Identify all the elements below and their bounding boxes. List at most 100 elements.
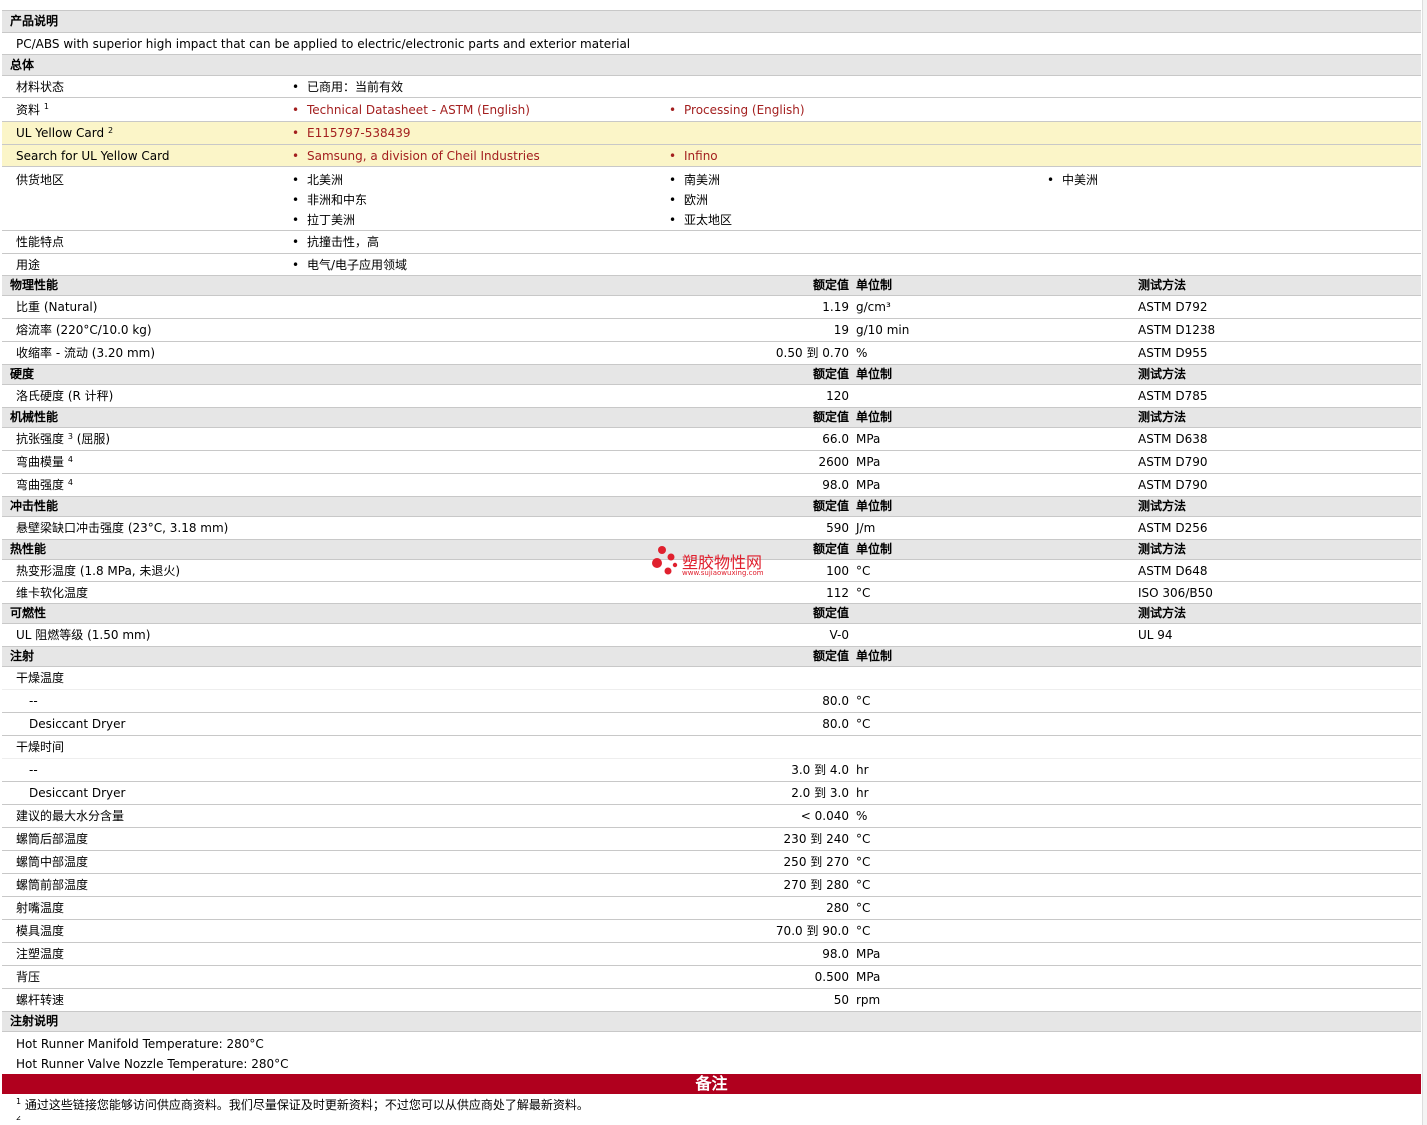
status-label: 材料状态 (16, 80, 65, 94)
property-nominal: < 0.040 (800, 809, 849, 823)
property-row: 注塑温度 98.0 MPa (2, 943, 1421, 966)
property-label: 洛氏硬度 (R 计秤) (16, 389, 114, 403)
uses-row: 用途 电气/电子应用领域 (2, 254, 1421, 276)
drying-time-row: 干燥时间 (2, 736, 1421, 759)
ul-card-row: UL Yellow Card 2 E115797-538439 (2, 122, 1421, 145)
regions-label: 供货地区 (16, 173, 65, 187)
docs-row: 资料 1 Technical Datasheet - ASTM (English… (2, 98, 1421, 122)
property-method: ISO 306/B50 (1138, 586, 1213, 600)
property-label: 弯曲强度 4 (16, 474, 73, 497)
property-nominal: 80.0 (822, 694, 849, 708)
ul-search-link-brand[interactable]: Infino (669, 145, 718, 167)
region-item: 非洲和中东 (292, 190, 367, 210)
header-nominal: 额定值 (812, 499, 849, 513)
property-nominal: 66.0 (822, 432, 849, 446)
watermark-dots-icon (652, 546, 678, 575)
footnote-ref: 3 (67, 432, 73, 441)
property-row: 弯曲模量 4 2600 MPa ASTM D790 (2, 451, 1421, 474)
property-unit: g/cm³ (856, 300, 891, 314)
ul-card-link[interactable]: E115797-538439 (292, 122, 410, 145)
header-unit: 单位制 (856, 649, 893, 663)
hardness-rows: 洛氏硬度 (R 计秤) 120 ASTM D785 (2, 385, 1421, 408)
uses-label: 用途 (16, 258, 41, 272)
footnote-ref: 4 (67, 455, 73, 464)
property-nominal: 0.50 到 0.70 (775, 346, 849, 360)
property-unit: °C (856, 694, 871, 708)
section-header-mechanical: 机械性能 额定值 单位制 测试方法 (2, 408, 1421, 428)
property-nominal: 2.0 到 3.0 (791, 786, 849, 800)
property-label: 螺筒中部温度 (16, 855, 89, 869)
header-method: 测试方法 (1138, 606, 1187, 620)
header-method: 测试方法 (1138, 278, 1187, 292)
property-row: 洛氏硬度 (R 计秤) 120 ASTM D785 (2, 385, 1421, 408)
property-nominal: 3.0 到 4.0 (791, 763, 849, 777)
property-method: ASTM D1238 (1138, 323, 1216, 337)
region-item: 亚太地区 (669, 210, 732, 230)
property-method: ASTM D790 (1138, 455, 1208, 469)
property-row: Desiccant Dryer 80.0 °C (2, 713, 1421, 736)
ul-card-label: UL Yellow Card 2 (16, 122, 113, 145)
property-row: 射嘴温度 280 °C (2, 897, 1421, 920)
property-label: 维卡软化温度 (16, 586, 89, 600)
region-item: 北美洲 (292, 170, 343, 190)
property-unit: rpm (856, 993, 881, 1007)
property-method: ASTM D648 (1138, 564, 1208, 578)
notes-header: 备注 (2, 1074, 1421, 1094)
features-row: 性能特点 抗撞击性，高 (2, 231, 1421, 254)
doc-link-processing[interactable]: Processing (English) (669, 98, 805, 122)
status-row: 材料状态 已商用：当前有效 (2, 76, 1421, 98)
property-nominal: 2600 (818, 455, 849, 469)
footnote-ref: 1 (16, 1097, 22, 1106)
property-nominal: 100 (826, 564, 849, 578)
injection-notes-body: Hot Runner Manifold Temperature: 280°C H… (2, 1032, 1421, 1074)
property-method: ASTM D256 (1138, 521, 1208, 535)
section-title: 物理性能 (10, 278, 59, 292)
property-nominal: 98.0 (822, 947, 849, 961)
property-row: 螺筒中部温度 250 到 270 °C (2, 851, 1421, 874)
property-row: 螺筒后部温度 230 到 240 °C (2, 828, 1421, 851)
header-unit: 单位制 (856, 278, 893, 292)
property-row: 悬壁梁缺口冲击强度 (23°C, 3.18 mm) 590 J/m ASTM D256 (2, 517, 1421, 540)
section-title: 机械性能 (10, 410, 59, 424)
property-method: ASTM D785 (1138, 389, 1208, 403)
header-nominal: 额定值 (812, 278, 849, 292)
property-label-text: 弯曲强度 (16, 478, 65, 492)
property-row: 维卡软化温度 112 °C ISO 306/B50 (2, 582, 1421, 604)
property-unit: °C (856, 832, 871, 846)
property-row: -- 80.0 °C (2, 690, 1421, 713)
ul-search-link-supplier[interactable]: Samsung, a division of Cheil Industries (292, 145, 540, 167)
property-label-suffix: (屈服) (72, 432, 111, 446)
property-nominal: 1.19 (822, 300, 849, 314)
watermark-logo: 塑胶物性网 www.sujiaowuxing.com (650, 545, 790, 581)
property-label: -- (29, 694, 38, 708)
property-unit: hr (856, 786, 869, 800)
property-row: -- 3.0 到 4.0 hr (2, 759, 1421, 782)
footnote-ref: 2 (16, 1116, 21, 1120)
top-border (2, 0, 1421, 11)
header-unit: 单位制 (856, 367, 893, 381)
property-row: UL 阻燃等级 (1.50 mm) V-0 UL 94 (2, 624, 1421, 647)
property-label: 螺杆转速 (16, 993, 65, 1007)
section-header-hardness: 硬度 额定值 单位制 测试方法 (2, 365, 1421, 385)
property-row: 抗张强度 3 (屈服) 66.0 MPa ASTM D638 (2, 428, 1421, 451)
property-nominal: 112 (826, 586, 849, 600)
status-value: 已商用：当前有效 (292, 76, 403, 98)
scrollbar[interactable] (1422, 0, 1427, 1125)
property-nominal: 270 到 280 (783, 878, 849, 892)
section-header-impact: 冲击性能 额定值 单位制 测试方法 (2, 497, 1421, 517)
property-label: 螺筒后部温度 (16, 832, 89, 846)
property-nominal: V-0 (829, 628, 849, 642)
description-row: PC/ABS with superior high impact that ca… (2, 33, 1421, 55)
property-row: 收缩率 - 流动 (3.20 mm) 0.50 到 0.70% ASTM D955 (2, 342, 1421, 365)
watermark-url: www.sujiaowuxing.com (682, 569, 764, 577)
header-nominal: 额定值 (812, 542, 849, 556)
ul-search-row: Search for UL Yellow Card Samsung, a div… (2, 145, 1421, 167)
section-title: 产品说明 (10, 14, 59, 28)
header-method: 测试方法 (1138, 499, 1187, 513)
doc-link-technical-datasheet[interactable]: Technical Datasheet - ASTM (English) (292, 98, 530, 122)
property-row: 建议的最大水分含量 < 0.040% (2, 805, 1421, 828)
property-unit: °C (856, 564, 871, 578)
section-header-injection-notes: 注射说明 (2, 1012, 1421, 1032)
section-header-physical: 物理性能 额定值 单位制 测试方法 (2, 276, 1421, 296)
features-label: 性能特点 (16, 235, 65, 249)
